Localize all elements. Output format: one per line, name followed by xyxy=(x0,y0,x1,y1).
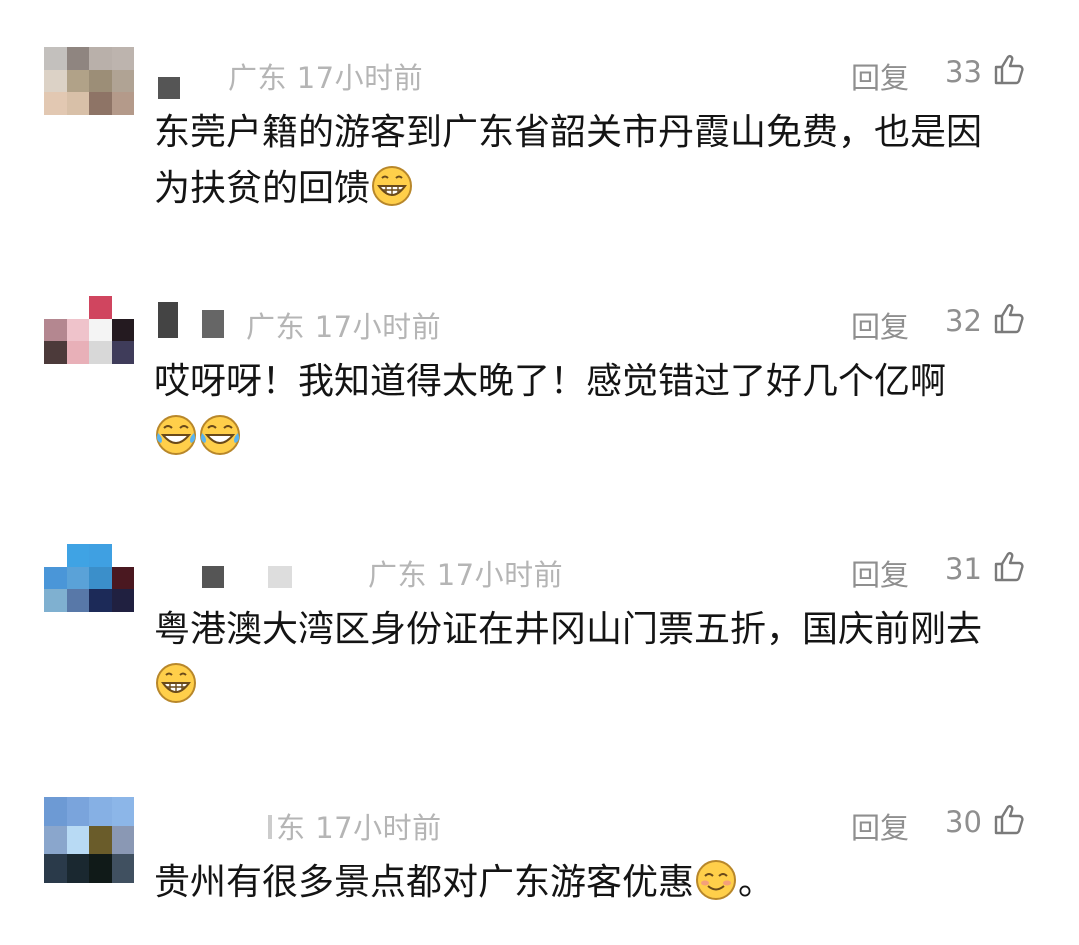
grin-emoji-icon xyxy=(372,166,413,206)
avatar-pixel xyxy=(89,854,112,883)
comment-body: 东莞户籍的游客到广东省韶关市丹霞山免费，也是因为扶贫的回馈 xyxy=(154,112,983,209)
comment-text: 贵州有很多景点都对广东游客优惠 。 xyxy=(154,855,1014,911)
username-redacted[interactable] xyxy=(158,77,180,99)
comment-text: 东莞户籍的游客到广东省韶关市丹霞山免费，也是因为扶贫的回馈 xyxy=(154,105,1014,217)
location-time: 广东 17小时前 xyxy=(368,558,564,592)
avatar-pixel xyxy=(44,341,67,364)
avatar-pixel xyxy=(111,341,134,364)
comment-meta: 广东 17小时前 回复 32 xyxy=(0,302,1079,344)
avatar-pixel xyxy=(111,854,134,883)
reply-button[interactable]: 回复 xyxy=(851,552,909,594)
reply-button[interactable]: 回复 xyxy=(851,805,909,847)
comment-meta: 广东 17小时前 回复 31 xyxy=(0,550,1079,592)
like-count[interactable]: 33 xyxy=(945,55,982,89)
avatar-pixel xyxy=(111,92,134,115)
avatar-pixel xyxy=(89,92,112,115)
like-count[interactable]: 30 xyxy=(945,805,982,839)
username-redacted[interactable] xyxy=(158,302,178,338)
like-count[interactable]: 31 xyxy=(945,552,982,586)
avatar-pixel xyxy=(89,341,112,364)
comment-text: 哎呀呀！我知道得太晚了！感觉错过了好几个亿啊 xyxy=(154,354,1014,466)
username-redacted[interactable] xyxy=(268,566,292,588)
comment-trailing: 。 xyxy=(738,862,775,903)
avatar-pixel xyxy=(89,589,112,612)
comment-meta: 广东 17小时前 回复 33 xyxy=(0,53,1079,99)
username-redacted[interactable] xyxy=(202,310,224,338)
comment-body: 哎呀呀！我知道得太晚了！感觉错过了好几个亿啊 xyxy=(154,361,947,402)
thumbs-up-icon[interactable] xyxy=(992,803,1026,837)
reply-button[interactable]: 回复 xyxy=(851,304,909,346)
location-time: 东 17小时前 xyxy=(276,811,442,845)
avatar-pixel xyxy=(44,854,67,883)
reply-button[interactable]: 回复 xyxy=(851,55,909,97)
avatar-pixel xyxy=(66,92,89,115)
username-redacted[interactable] xyxy=(202,566,224,588)
comment-text: 粤港澳大湾区身份证在井冈山门票五折，国庆前刚去 xyxy=(154,602,1014,714)
grin-emoji-icon xyxy=(156,663,196,703)
tears-of-joy-emoji-icon xyxy=(156,415,196,455)
avatar-pixel xyxy=(66,341,89,364)
avatar-pixel xyxy=(66,589,89,612)
comment-meta: 东 17小时前 回复 30 xyxy=(0,803,1079,845)
location-time: 广东 17小时前 xyxy=(246,310,442,344)
avatar-pixel xyxy=(44,92,67,115)
thumbs-up-icon[interactable] xyxy=(992,53,1026,87)
username-redacted[interactable] xyxy=(268,815,272,839)
location-time: 广东 17小时前 xyxy=(228,61,424,95)
smile-emoji-icon xyxy=(696,860,737,900)
avatar-pixel xyxy=(44,589,67,612)
comment-body: 粤港澳大湾区身份证在井冈山门票五折，国庆前刚去 xyxy=(154,609,983,650)
thumbs-up-icon[interactable] xyxy=(992,550,1026,584)
avatar-pixel xyxy=(66,854,89,883)
like-count[interactable]: 32 xyxy=(945,304,982,338)
thumbs-up-icon[interactable] xyxy=(992,302,1026,336)
avatar-pixel xyxy=(111,589,134,612)
comment-body: 贵州有很多景点都对广东游客优惠 xyxy=(154,862,695,903)
tears-of-joy-emoji-icon xyxy=(200,415,240,455)
